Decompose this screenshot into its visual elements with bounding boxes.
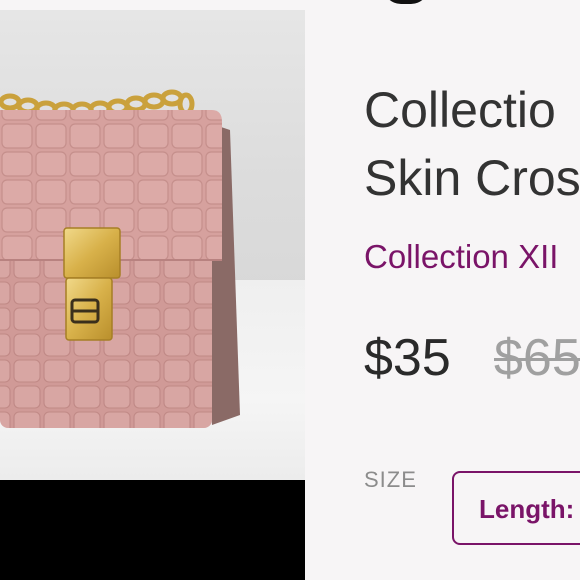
brand-link[interactable]: Collection XII: [364, 236, 580, 278]
product-title-line-2: Skin Cros: [364, 150, 580, 206]
photo-bottom-band: [0, 480, 305, 580]
original-price: $65: [494, 329, 580, 387]
length-size-label: Length:: [479, 494, 575, 524]
product-title: Collectio Skin Cros: [364, 76, 580, 212]
handbag-illustration: [0, 89, 240, 428]
gold-clasp: [63, 227, 121, 341]
size-label: SIZE: [364, 467, 417, 492]
partial-circle-icon[interactable]: [383, 0, 429, 4]
current-price: $35: [364, 329, 451, 387]
product-photo[interactable]: [0, 10, 305, 480]
product-title-line-1: Collectio: [364, 82, 556, 138]
listing-page: Collectio Skin Cros Collection XII $35 $…: [0, 0, 580, 580]
length-size-button[interactable]: Length:: [452, 471, 580, 545]
